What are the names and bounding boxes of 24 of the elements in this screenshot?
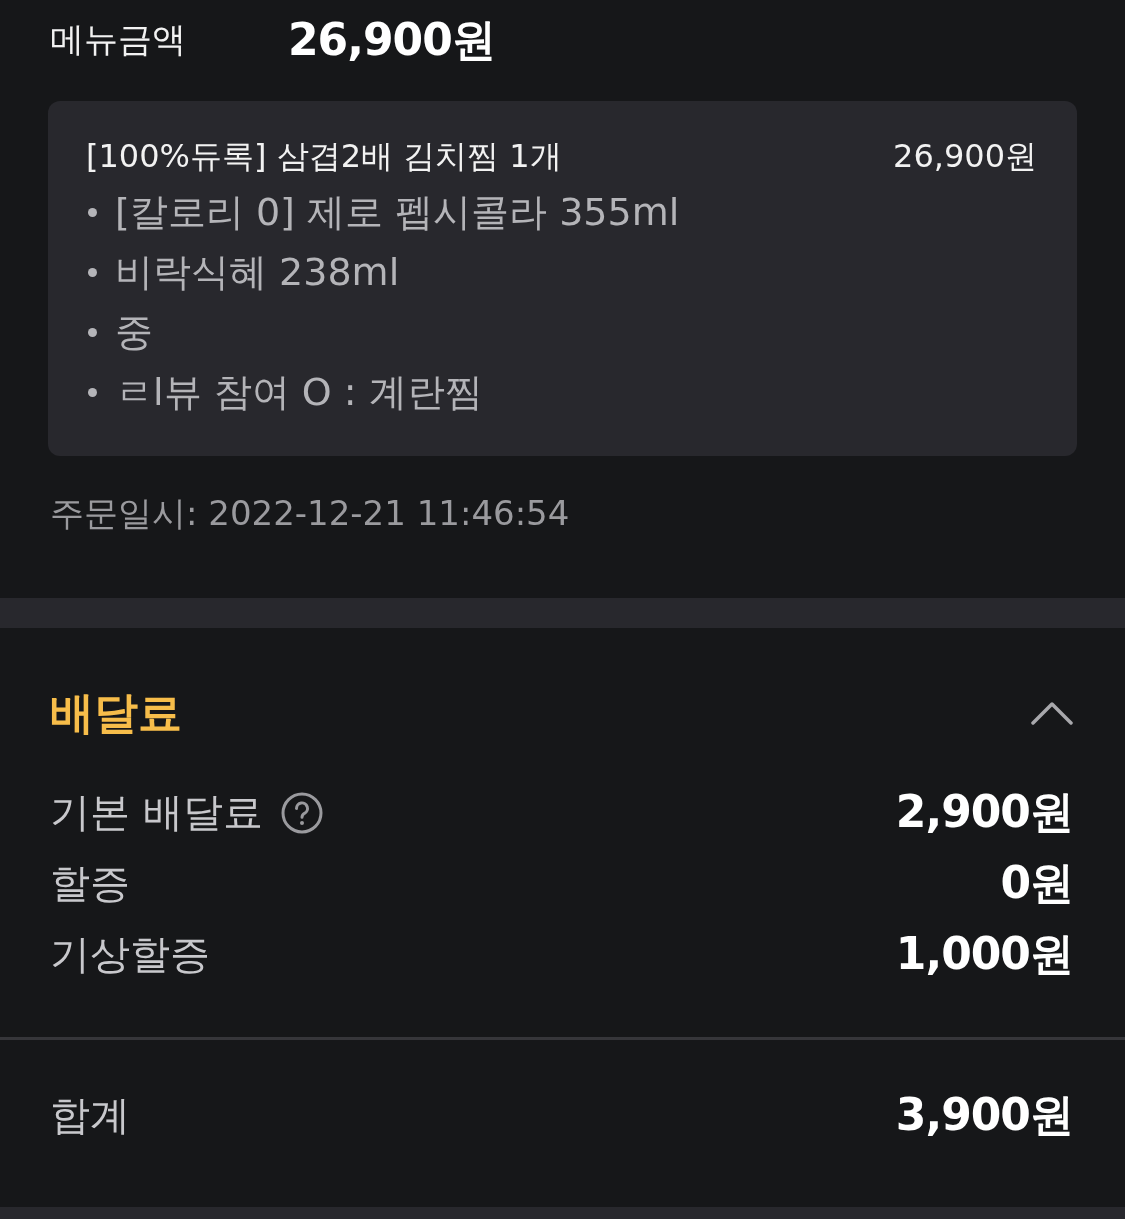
fee-label: 기상할증 (50, 930, 210, 979)
fee-amount: 1,000원 (895, 927, 1073, 981)
bullet-icon (88, 327, 97, 337)
bullet-icon (88, 267, 97, 277)
section-title: 배달료 (50, 685, 182, 740)
bullet-icon (88, 207, 97, 217)
help-icon[interactable] (280, 791, 323, 834)
total-label: 합계 (50, 1091, 130, 1140)
menu-item-name: [100%듀록] 삼겹2배 김치찜 1개 (86, 136, 562, 177)
option-text: [칼로리 0] 제로 펩시콜라 355ml (115, 188, 680, 236)
option-text: 비락식혜 238ml (115, 248, 400, 296)
menu-item-price: 26,900원 (893, 136, 1037, 177)
chevron-up-icon[interactable] (1031, 701, 1073, 725)
bullet-icon (88, 387, 97, 397)
fee-amount: 0원 (1000, 856, 1073, 910)
fee-label: 할증 (50, 859, 130, 908)
menu-total-amount: 26,900원 (288, 12, 495, 67)
option-text: 중 (115, 308, 153, 356)
fee-label: 기본 배달료 (50, 788, 263, 837)
menu-total-label: 메뉴금액 (50, 18, 187, 61)
total-amount: 3,900원 (895, 1088, 1073, 1142)
order-time: 주문일시: 2022-12-21 11:46:54 (50, 492, 570, 535)
option-text: ㄹl뷰 참여 O : 계란찜 (115, 368, 483, 416)
fee-amount: 2,900원 (895, 785, 1073, 839)
